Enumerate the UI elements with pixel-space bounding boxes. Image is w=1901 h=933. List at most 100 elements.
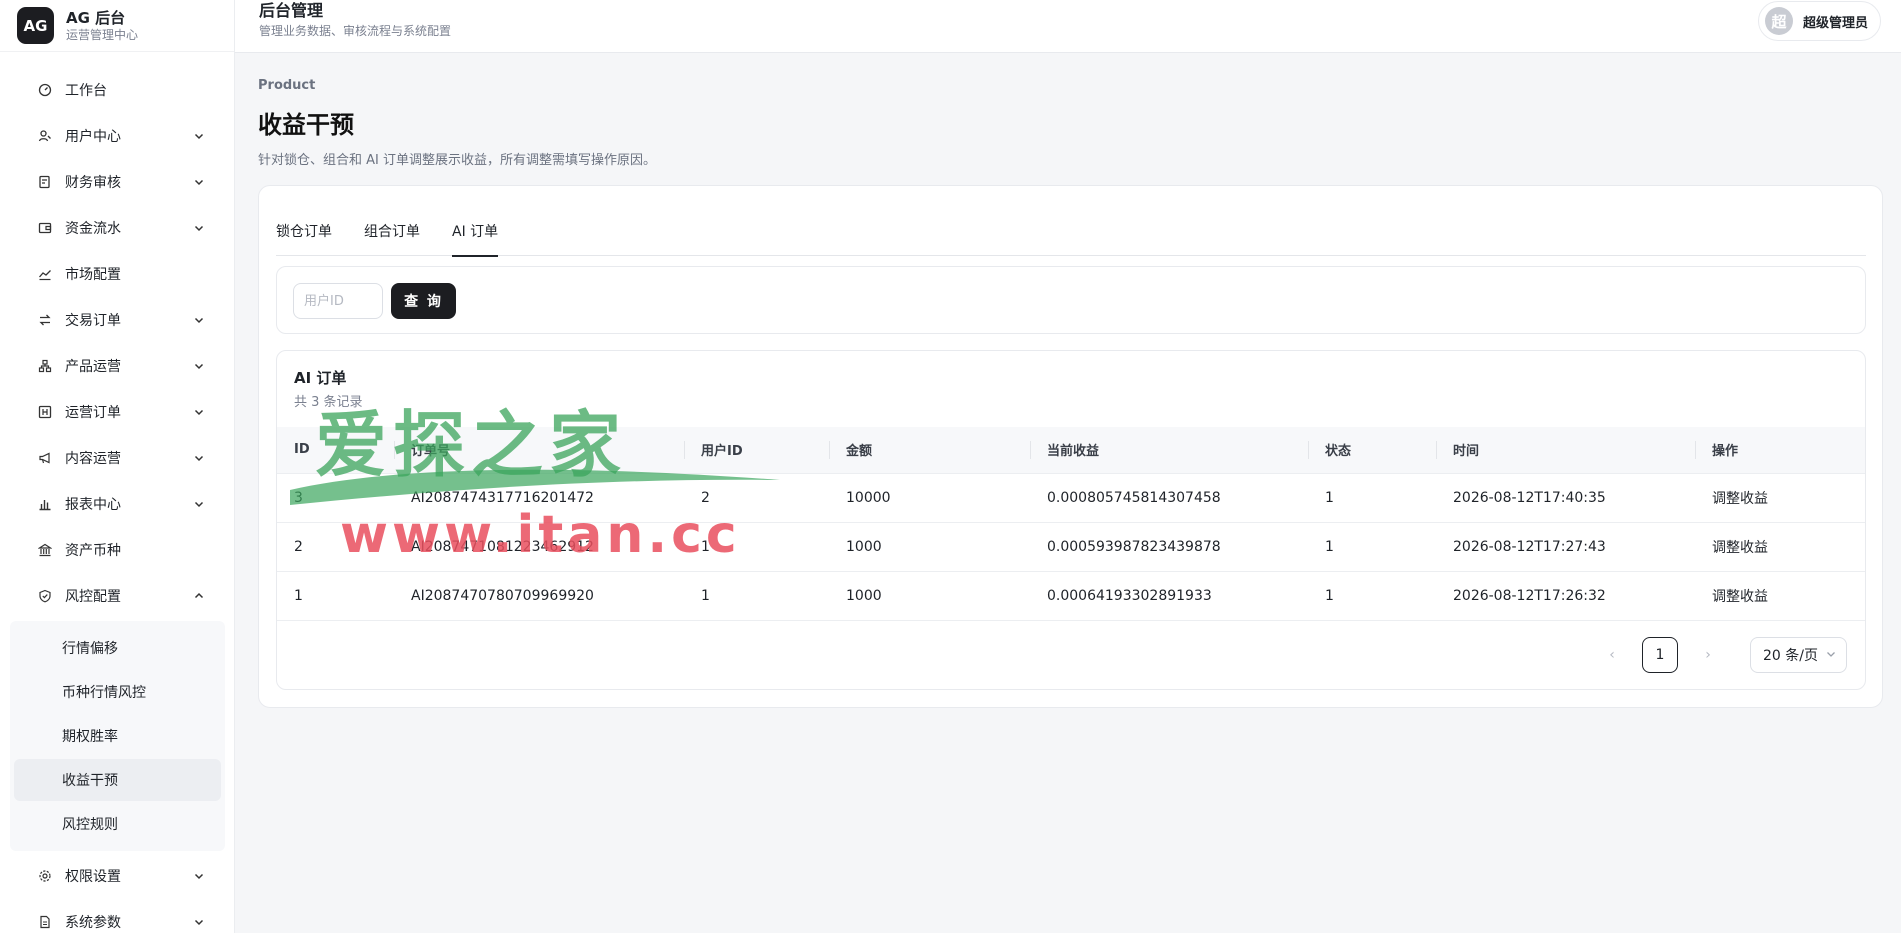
adjust-profit-link[interactable]: 调整收益 (1712, 491, 1768, 507)
sidebar-item-label: 资金流水 (65, 221, 121, 237)
sidebar-item-label: 风控配置 (65, 589, 121, 605)
content-card: 锁仓订单 组合订单 AI 订单 查 询 AI 订单 共 3 条记录 ID 订单号 (258, 185, 1883, 708)
sidebar-item-trade-orders[interactable]: 交易订单 (0, 297, 235, 343)
pagination: ‹ 1 › 20 条/页 (1598, 637, 1847, 673)
cell-current-profit: 0.000805745814307458 (1047, 489, 1221, 506)
tab-combo-orders[interactable]: 组合订单 (364, 212, 420, 256)
cell-id: 2 (294, 538, 303, 555)
dashboard-icon (37, 82, 53, 98)
sidebar-subitem-market-offset[interactable]: 行情偏移 (14, 627, 221, 669)
column-header: 金额 (829, 427, 1030, 474)
brand-subtitle: 运营管理中心 (66, 27, 139, 42)
sidebar-subitem-risk-rules[interactable]: 风控规则 (14, 803, 221, 845)
chevron-down-icon (193, 452, 205, 464)
swap-icon (37, 312, 53, 328)
hierarchy-icon (37, 358, 53, 374)
chevron-down-icon (193, 870, 205, 882)
adjust-profit-link[interactable]: 调整收益 (1712, 589, 1768, 605)
column-header: 用户ID (684, 427, 829, 474)
column-header: 状态 (1308, 427, 1436, 474)
sidebar-item-permissions[interactable]: 权限设置 (0, 853, 235, 899)
cell-amount: 1000 (846, 587, 882, 604)
chevron-down-icon (193, 130, 205, 142)
sidebar-item-label: 系统参数 (65, 915, 121, 931)
chevron-down-icon (193, 176, 205, 188)
cell-time: 2026-08-12T17:40:35 (1453, 489, 1606, 506)
cell-user-id: 1 (701, 587, 710, 604)
sidebar-subitem-currency-risk[interactable]: 币种行情风控 (14, 671, 221, 713)
sidebar-subitem-profit-intervention[interactable]: 收益干预 (14, 759, 221, 801)
sidebar-item-reports[interactable]: 报表中心 (0, 481, 235, 527)
tab-ai-orders[interactable]: AI 订单 (452, 212, 499, 257)
avatar: 超 (1764, 7, 1793, 35)
wallet-icon (37, 220, 53, 236)
user-name: 超级管理员 (1802, 15, 1868, 31)
page-number-current[interactable]: 1 (1642, 637, 1678, 673)
orders-table-card: AI 订单 共 3 条记录 ID 订单号 用户ID 金额 当前收益 状态 时间 (276, 350, 1866, 690)
chevron-down-icon (193, 222, 205, 234)
topbar: 后台管理 管理业务数据、审核流程与系统配置 超 超级管理员 (235, 0, 1901, 53)
sidebar-item-label: 市场配置 (65, 267, 121, 283)
cell-order-no: AI2087471081223462912 (411, 538, 594, 555)
sidebar-item-label: 工作台 (65, 83, 107, 99)
sidebar-item-label: 交易订单 (65, 313, 121, 329)
table-row: 3 AI2087474317716201472 2 10000 0.000805… (277, 473, 1865, 522)
cell-order-no: AI2087474317716201472 (411, 489, 594, 506)
audit-icon (37, 174, 53, 190)
column-header: 操作 (1695, 427, 1865, 474)
sidebar-item-content-ops[interactable]: 内容运营 (0, 435, 235, 481)
gear-icon (37, 868, 53, 884)
sidebar-item-label: 用户中心 (65, 129, 121, 145)
prev-page-icon[interactable]: ‹ (1598, 639, 1626, 671)
user-id-input[interactable] (293, 283, 383, 319)
page-size-select[interactable]: 20 条/页 (1750, 637, 1847, 673)
next-page-icon[interactable]: › (1694, 639, 1722, 671)
document-icon (37, 914, 53, 930)
sidebar-item-risk-config[interactable]: 风控配置 (0, 573, 235, 619)
chevron-down-icon (193, 498, 205, 510)
cell-current-profit: 0.00064193302891933 (1047, 587, 1212, 604)
record-count: 共 3 条记录 (294, 395, 363, 410)
sidebar-item-label: 产品运营 (65, 359, 121, 375)
cell-id: 3 (294, 489, 303, 506)
cell-user-id: 2 (701, 489, 710, 506)
sidebar-menu: 工作台 用户中心 财务审核 资金流水 市场配置 交易订单 产品运营 运营订单 内… (0, 67, 235, 933)
sidebar-item-finance-audit[interactable]: 财务审核 (0, 159, 235, 205)
query-button[interactable]: 查 询 (391, 283, 456, 319)
sidebar-item-label: 内容运营 (65, 451, 121, 467)
sidebar-item-users[interactable]: 用户中心 (0, 113, 235, 159)
sidebar-subitem-option-winrate[interactable]: 期权胜率 (14, 715, 221, 757)
sidebar-item-label: 资产币种 (65, 543, 121, 559)
sidebar-item-system-params[interactable]: 系统参数 (0, 899, 235, 933)
cell-time: 2026-08-12T17:27:43 (1453, 538, 1606, 555)
sidebar-item-market-config[interactable]: 市场配置 (0, 251, 235, 297)
shield-icon (37, 588, 53, 604)
column-header: 时间 (1436, 427, 1695, 474)
sidebar-item-dashboard[interactable]: 工作台 (0, 67, 235, 113)
cell-current-profit: 0.000593987823439878 (1047, 538, 1221, 555)
sidebar-item-product-ops[interactable]: 产品运营 (0, 343, 235, 389)
table-row: 1 AI2087470780709969920 1 1000 0.0006419… (277, 571, 1865, 620)
sidebar: AG AG 后台 运营管理中心 工作台 用户中心 财务审核 资金流水 市场配置 (0, 0, 235, 933)
user-menu[interactable]: 超 超级管理员 (1757, 1, 1881, 41)
chevron-down-icon (193, 314, 205, 326)
sidebar-item-asset-currency[interactable]: 资产币种 (0, 527, 235, 573)
adjust-profit-link[interactable]: 调整收益 (1712, 540, 1768, 556)
chart-line-icon (37, 266, 53, 282)
filter-bar: 查 询 (276, 266, 1866, 334)
brand-name: AG 后台 (66, 8, 126, 27)
sidebar-item-label: 权限设置 (65, 869, 121, 885)
cell-time: 2026-08-12T17:26:32 (1453, 587, 1606, 604)
tab-lock-orders[interactable]: 锁仓订单 (276, 212, 332, 256)
brand-logo: AG (17, 7, 54, 44)
cell-user-id: 1 (701, 538, 710, 555)
chevron-down-icon (193, 406, 205, 418)
topbar-title: 后台管理 (259, 1, 324, 20)
column-header: 当前收益 (1030, 427, 1308, 474)
ledger-icon (37, 404, 53, 420)
order-tabs: 锁仓订单 组合订单 AI 订单 (276, 212, 1866, 257)
chevron-down-icon (1826, 647, 1836, 663)
sidebar-item-fund-flow[interactable]: 资金流水 (0, 205, 235, 251)
bank-icon (37, 542, 53, 558)
sidebar-item-ops-orders[interactable]: 运营订单 (0, 389, 235, 435)
